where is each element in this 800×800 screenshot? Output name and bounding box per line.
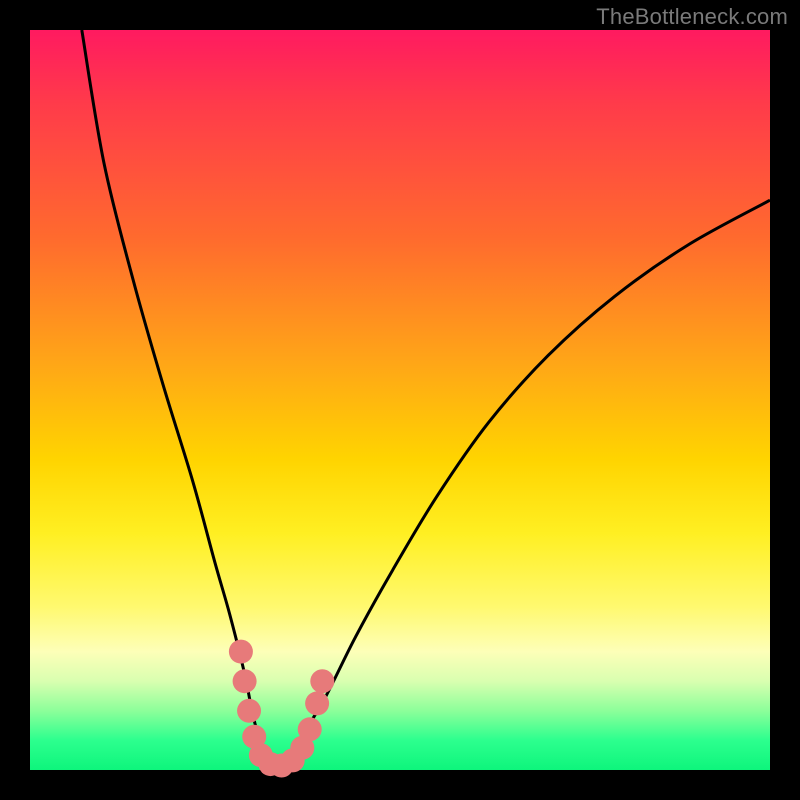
marker-group bbox=[229, 640, 334, 778]
data-marker bbox=[233, 669, 257, 693]
attribution-label: TheBottleneck.com bbox=[596, 4, 788, 30]
data-marker bbox=[298, 717, 322, 741]
curve-layer bbox=[30, 30, 770, 770]
data-marker bbox=[237, 699, 261, 723]
plot-area bbox=[30, 30, 770, 770]
right-branch-curve bbox=[274, 200, 770, 770]
chart-frame: TheBottleneck.com bbox=[0, 0, 800, 800]
data-marker bbox=[310, 669, 334, 693]
data-marker bbox=[229, 640, 253, 664]
data-marker bbox=[305, 691, 329, 715]
